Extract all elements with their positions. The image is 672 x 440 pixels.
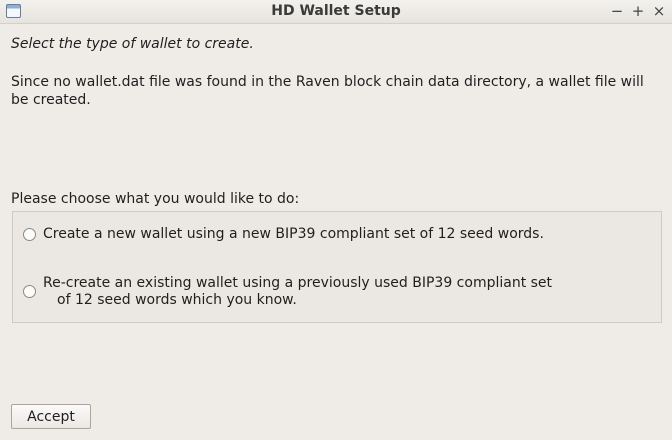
choose-label: Please choose what you would like to do: xyxy=(11,191,300,207)
create-new-wallet-label[interactable]: Create a new wallet using a new BIP39 co… xyxy=(43,226,544,243)
recreate-wallet-label[interactable]: Re-create an existing wallet using a pre… xyxy=(43,275,552,309)
wallet-info-text: Since no wallet.dat file was found in th… xyxy=(11,74,644,108)
minimize-button[interactable]: − xyxy=(608,2,626,20)
recreate-wallet-radio[interactable] xyxy=(23,285,36,298)
close-button[interactable]: × xyxy=(650,2,668,20)
window-title: HD Wallet Setup xyxy=(271,3,401,19)
title-bar[interactable]: HD Wallet Setup − + × xyxy=(0,0,672,24)
maximize-button[interactable]: + xyxy=(629,2,647,20)
recreate-wallet-label-line1: Re-create an existing wallet using a pre… xyxy=(43,275,553,291)
wallet-type-prompt: Select the type of wallet to create. xyxy=(11,36,254,52)
recreate-wallet-label-line2: of 12 seed words which you know. xyxy=(57,292,297,308)
wallet-options-group: Create a new wallet using a new BIP39 co… xyxy=(12,211,662,323)
accept-button[interactable]: Accept xyxy=(11,404,91,429)
create-new-wallet-radio[interactable] xyxy=(23,228,36,241)
